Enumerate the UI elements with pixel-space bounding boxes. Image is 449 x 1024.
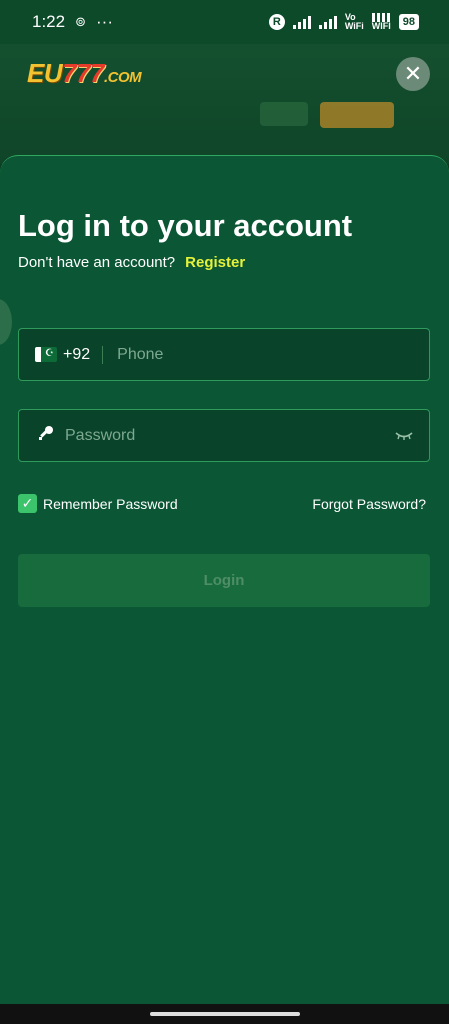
checkmark-icon: ✓ <box>21 495 34 511</box>
signal-icon-2 <box>318 15 337 29</box>
r-badge-icon: R <box>268 14 285 30</box>
wifi-signal-icon: WIFI <box>372 13 391 31</box>
password-input[interactable] <box>63 425 395 446</box>
eu777-logo: EU777.COM <box>27 58 142 89</box>
pakistan-flag-icon: ☪ <box>35 347 57 362</box>
wifi-label: WIFI <box>371 21 391 31</box>
close-icon: ✕ <box>403 61 423 86</box>
chrome-icon: ⊚ <box>75 14 86 29</box>
no-account-text: Don't have an account? <box>18 254 176 271</box>
status-time: 1:22 <box>32 12 66 31</box>
eye-closed-icon[interactable] <box>395 428 413 444</box>
country-code[interactable]: +92 <box>63 346 90 364</box>
register-link[interactable]: Register <box>185 254 245 271</box>
field-divider <box>102 345 104 364</box>
navigation-bar <box>0 1004 449 1024</box>
login-button[interactable]: Login <box>18 554 430 607</box>
remember-password[interactable]: ✓ Remember Password <box>18 494 178 513</box>
vo-wifi-label: Vo WiFi <box>344 12 364 31</box>
password-field[interactable] <box>18 409 430 462</box>
status-right: R Vo WiFi WIFI 98 <box>268 12 419 31</box>
phone-field[interactable]: ☪ +92 <box>18 328 430 381</box>
logo-eu: EU <box>27 58 63 88</box>
more-notifications-icon: ··· <box>96 12 113 31</box>
logo-com: .COM <box>104 69 142 86</box>
blurred-register-button <box>320 102 394 128</box>
status-left: 1:22 ⊚ ··· <box>32 12 113 32</box>
side-drawer-handle[interactable] <box>0 299 12 345</box>
forgot-password-link[interactable]: Forgot Password? <box>312 496 426 512</box>
status-bar: 1:22 ⊚ ··· R Vo WiFi WIFI 98 <box>0 0 449 44</box>
signal-icon <box>292 15 311 29</box>
login-sheet: Log in to your account Don't have an acc… <box>0 155 449 1004</box>
blurred-login-button <box>260 102 308 126</box>
key-icon <box>37 424 55 447</box>
register-prompt: Don't have an account? Register <box>18 254 245 271</box>
battery-icon: 98 <box>398 14 419 30</box>
page-title: Log in to your account <box>18 208 353 243</box>
phone-input[interactable] <box>115 344 429 365</box>
remember-checkbox[interactable]: ✓ <box>18 494 37 513</box>
home-indicator[interactable] <box>149 1012 300 1016</box>
close-button[interactable]: ✕ <box>396 57 430 91</box>
remember-label: Remember Password <box>43 495 178 512</box>
logo-number: 777 <box>62 58 105 88</box>
